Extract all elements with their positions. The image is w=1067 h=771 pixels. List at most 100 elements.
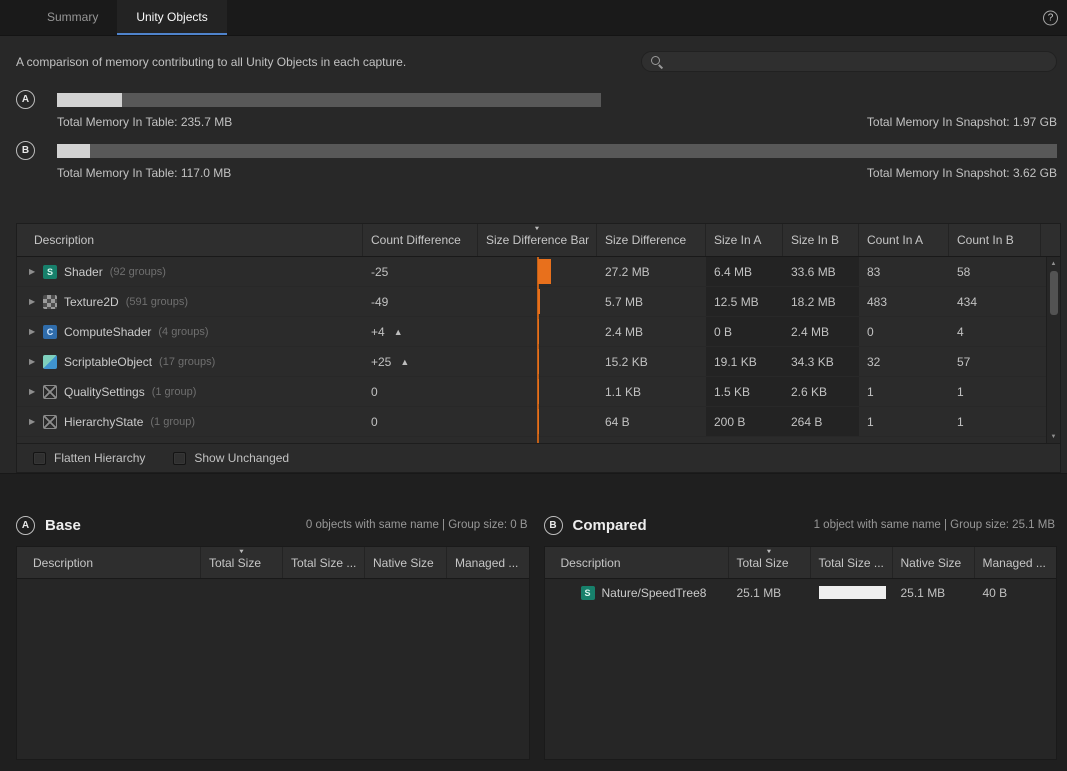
scroll-down-arrow-icon[interactable]: ▼	[1047, 430, 1060, 443]
count-in-b-value: 434	[957, 295, 977, 309]
expand-arrow-icon[interactable]: ▶	[29, 327, 41, 336]
sort-indicator-icon: ▼	[238, 549, 245, 555]
size-in-a-cell: 19.1 KB	[706, 347, 783, 376]
size-in-a-cell: 0 B	[706, 317, 783, 346]
size-difference-cell: 27.2 MB	[597, 257, 706, 286]
checkbox[interactable]	[33, 452, 46, 465]
size-difference-bar-cell	[478, 257, 597, 286]
column-header-label: Total Size	[737, 556, 789, 570]
count-in-a-cell: 32	[859, 347, 949, 376]
snapshot-badge: B	[16, 141, 35, 160]
count-in-b-cell: 1	[949, 407, 1041, 436]
size-difference-bar-cell	[478, 407, 597, 436]
count-in-b-cell: 57	[949, 347, 1041, 376]
description-cell: ▶Shader(92 groups)	[17, 257, 363, 286]
count-in-b-value: 1	[957, 415, 964, 429]
expand-arrow-icon[interactable]: ▶	[29, 297, 41, 306]
expand-arrow-icon[interactable]: ▶	[29, 417, 41, 426]
vertical-scrollbar[interactable]: ▲ ▼	[1046, 257, 1060, 443]
comparison-panels: ABase0 objects with same name | Group si…	[16, 512, 1057, 760]
size-difference-cell: 15.2 KB	[597, 347, 706, 376]
size-in-b-cell: 2.4 MB	[783, 317, 859, 346]
table-row-computeshader[interactable]: ▶ComputeShader(4 groups)+4▲2.4 MB0 B2.4 …	[17, 317, 1060, 347]
checkbox[interactable]	[173, 452, 186, 465]
column-header-label: Count In A	[867, 233, 923, 247]
column-header-total-size[interactable]: ▼Total Size	[729, 547, 811, 578]
size-difference-bar-cell	[478, 287, 597, 316]
search-input[interactable]	[668, 55, 1056, 69]
total-size-bar-cell	[811, 579, 893, 606]
count-difference-value: +25	[371, 355, 391, 369]
column-header-count-in-a[interactable]: Count In A	[859, 224, 949, 256]
column-header-label: Size Difference Bar	[486, 233, 589, 247]
column-header-label: Description	[561, 556, 621, 570]
help-icon[interactable]: ?	[1043, 10, 1058, 25]
size-in-a-cell: 12.5 MB	[706, 287, 783, 316]
count-in-a-value: 83	[867, 265, 880, 279]
column-header-managed[interactable]: Managed ...	[975, 547, 1057, 578]
table-row-shader[interactable]: ▶Shader(92 groups)-2527.2 MB6.4 MB33.6 M…	[17, 257, 1060, 287]
column-header-description[interactable]: Description	[17, 224, 363, 256]
size-in-b-cell: 2.6 KB	[783, 377, 859, 406]
snapshot-badge: A	[16, 516, 35, 535]
column-header-total-size[interactable]: ▼Total Size	[201, 547, 283, 578]
table-row-texture2d[interactable]: ▶Texture2D(591 groups)-495.7 MB12.5 MB18…	[17, 287, 1060, 317]
memory-profiler-window: SummaryUnity Objects ? A comparison of m…	[0, 0, 1067, 771]
column-header-description[interactable]: Description	[17, 547, 201, 578]
count-in-a-cell: 1	[859, 377, 949, 406]
scriptable-object-icon	[43, 355, 57, 369]
scrollbar-thumb[interactable]	[1050, 271, 1058, 315]
count-difference-cell: 0	[363, 377, 478, 406]
tab-bar: Summary Unity Objects ?	[0, 0, 1067, 36]
count-in-a-value: 1	[867, 415, 874, 429]
column-header-description[interactable]: Description	[545, 547, 729, 578]
column-header-native-size[interactable]: Native Size	[365, 547, 447, 578]
size-in-b-value: 18.2 MB	[791, 295, 836, 309]
column-header-count-difference[interactable]: Count Difference	[363, 224, 478, 256]
scroll-up-arrow-icon[interactable]: ▲	[1047, 257, 1060, 270]
column-header-label: Native Size	[373, 556, 434, 570]
expand-arrow-icon[interactable]: ▶	[29, 267, 41, 276]
column-header-size-difference-bar[interactable]: ▼Size Difference Bar	[478, 224, 597, 256]
expand-arrow-icon[interactable]: ▶	[29, 357, 41, 366]
size-difference-value: 27.2 MB	[605, 265, 650, 279]
object-type-name: ScriptableObject	[64, 355, 152, 369]
size-in-b-value: 33.6 MB	[791, 265, 836, 279]
count-in-a-value: 32	[867, 355, 880, 369]
column-header-total-size[interactable]: Total Size ...	[283, 547, 365, 578]
option-show-unchanged[interactable]: Show Unchanged	[173, 451, 289, 465]
size-in-b-cell: 34.3 KB	[783, 347, 859, 376]
object-row-nature-speedtree8[interactable]: Nature/SpeedTree825.1 MB25.1 MB40 B	[545, 579, 1057, 606]
option-flatten-hierarchy[interactable]: Flatten Hierarchy	[33, 451, 145, 465]
texture2d-icon	[43, 295, 57, 309]
object-type-name: HierarchyState	[64, 415, 143, 429]
size-in-b-value: 34.3 KB	[791, 355, 834, 369]
column-header-managed[interactable]: Managed ...	[447, 547, 529, 578]
column-header-size-in-b[interactable]: Size In B	[783, 224, 859, 256]
panel-summary: 0 objects with same name | Group size: 0…	[306, 519, 530, 531]
panel-header: BCompared1 object with same name | Group…	[544, 512, 1058, 538]
expand-arrow-icon[interactable]: ▶	[29, 387, 41, 396]
size-difference-bar-cell	[478, 377, 597, 406]
sort-indicator-icon: ▼	[534, 226, 541, 232]
tab-unity-objects[interactable]: Unity Objects	[117, 0, 226, 35]
description-cell: Nature/SpeedTree8	[545, 579, 729, 606]
count-difference-cell: -49	[363, 287, 478, 316]
column-header-count-in-b[interactable]: Count In B	[949, 224, 1041, 256]
column-header-size-difference[interactable]: Size Difference	[597, 224, 706, 256]
column-header-total-size[interactable]: Total Size ...	[811, 547, 893, 578]
size-difference-bar	[538, 289, 541, 314]
total-size-bar	[819, 586, 886, 599]
native-size-cell: 25.1 MB	[893, 579, 975, 606]
count-in-a-value: 1	[867, 385, 874, 399]
count-difference-value: +4	[371, 325, 385, 339]
column-header-size-in-a[interactable]: Size In A	[706, 224, 783, 256]
panel-table-body	[17, 579, 529, 759]
column-header-native-size[interactable]: Native Size	[893, 547, 975, 578]
snapshot-b: BTotal Memory In Table: 117.0 MBTotal Me…	[16, 144, 1057, 180]
tab-label: Summary	[47, 10, 98, 24]
tab-summary[interactable]: Summary	[28, 0, 117, 35]
native-size-value: 25.1 MB	[901, 586, 946, 600]
count-in-b-cell: 434	[949, 287, 1041, 316]
search-box[interactable]	[641, 51, 1057, 72]
